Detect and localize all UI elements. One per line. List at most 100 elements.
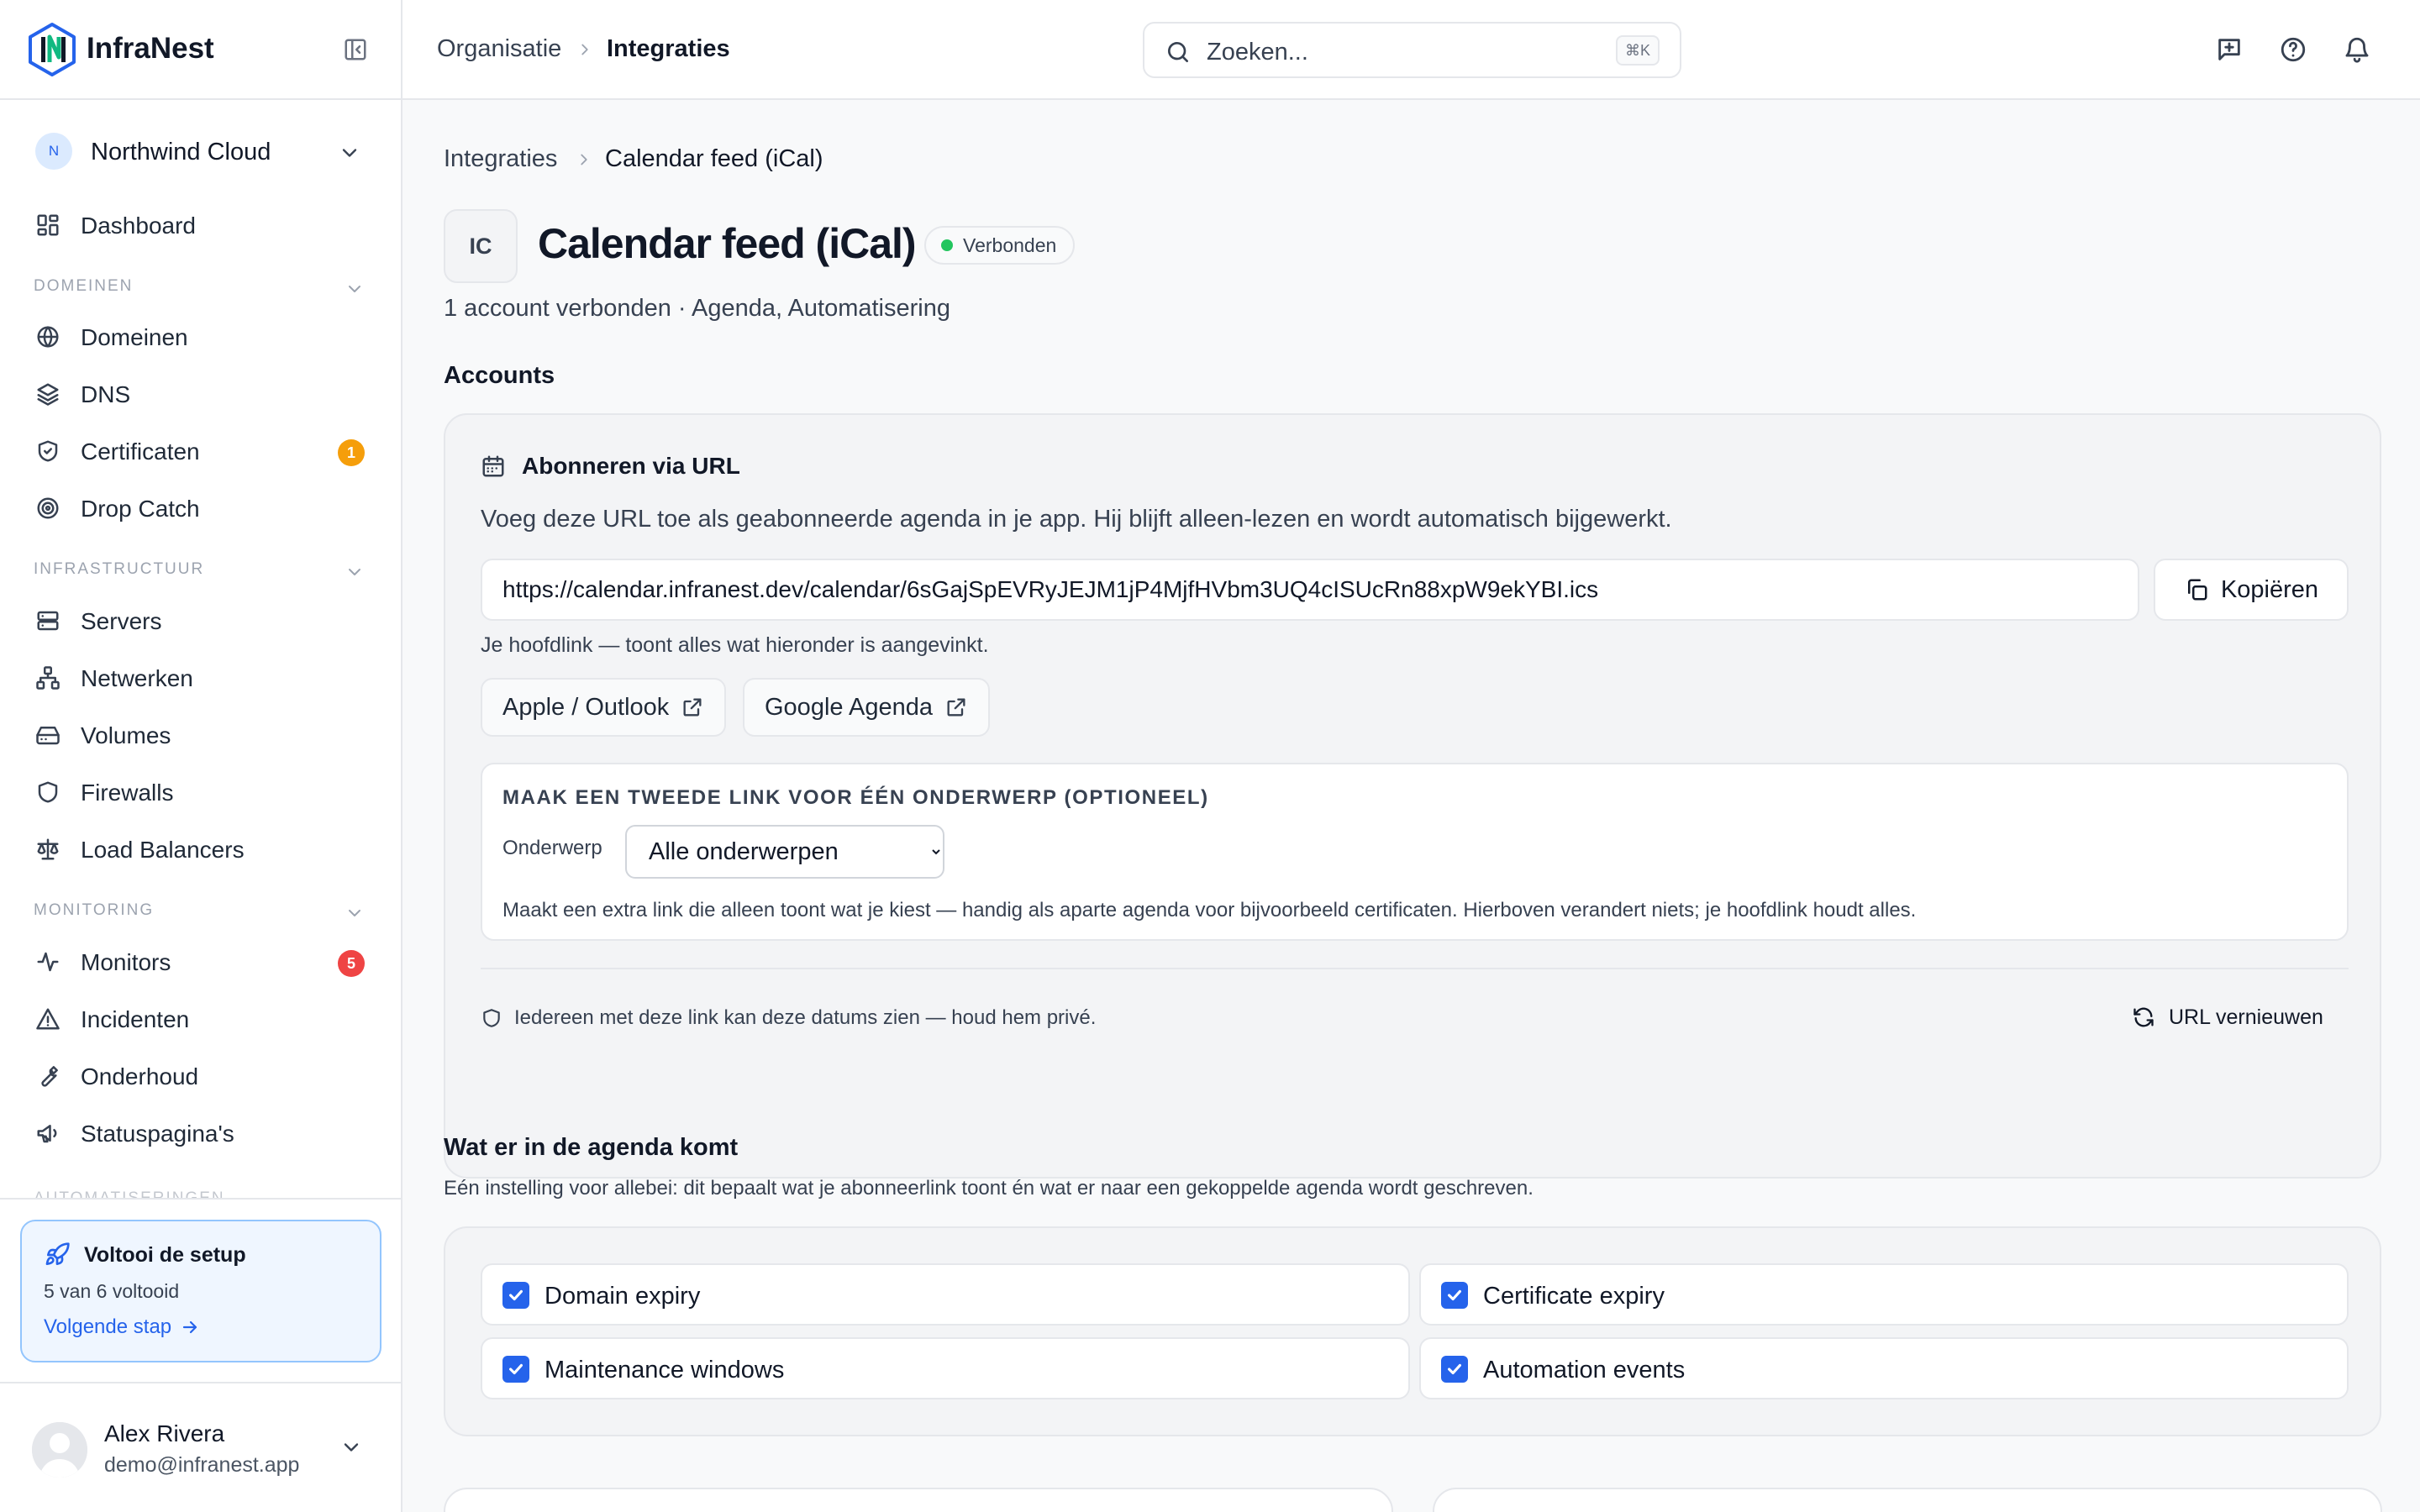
next-card-left (444, 1488, 1393, 1512)
setup-progress-card[interactable]: Voltooi de setup 5 van 6 voltooid Volgen… (20, 1220, 381, 1362)
chevron-down-icon (349, 910, 360, 916)
integration-icon: IC (444, 209, 518, 283)
help-icon[interactable] (2279, 35, 2307, 64)
second-link-heading: MAAK EEN TWEEDE LINK VOOR ÉÉN ONDERWERP … (502, 786, 1209, 809)
sidebar-item-label: Load Balancers (81, 837, 245, 863)
section-label: INFRASTRUCTUUR (34, 560, 205, 578)
sidebar-item-netwerken[interactable]: Netwerken (27, 654, 371, 701)
option-certificate-expiry[interactable]: Certificate expiry (1419, 1263, 2349, 1326)
section-domains[interactable]: DOMEINEN (34, 277, 370, 301)
sidebar-item-label: Volumes (81, 722, 171, 748)
subscription-url-field[interactable] (481, 559, 2139, 621)
user-name: Alex Rivera (104, 1420, 225, 1446)
chevron-down-icon (349, 569, 360, 575)
org-switcher[interactable]: N Northwind Cloud (27, 129, 371, 175)
chevron-down-icon (342, 149, 357, 157)
subscribe-description: Voeg deze URL toe als geabonneerde agend… (481, 506, 1672, 533)
option-label: Domain expiry (544, 1283, 701, 1310)
sidebar-item-statuspaginas[interactable]: Statuspagina's (27, 1110, 371, 1157)
breadcrumb-integraties-link[interactable]: Integraties (444, 145, 557, 173)
divider (481, 968, 2349, 969)
sidebar-item-firewalls[interactable]: Firewalls (27, 769, 371, 816)
shield-icon (38, 781, 58, 803)
sidebar-collapse-icon[interactable] (343, 37, 368, 62)
status-dot-icon (941, 239, 953, 251)
sidebar-item-label: Drop Catch (81, 496, 200, 522)
user-avatar-icon (32, 1422, 87, 1478)
setup-progress-text: 5 van 6 voltooid (44, 1280, 180, 1302)
search-input[interactable]: Zoeken... ⌘K (1143, 22, 1681, 78)
bell-icon[interactable] (2343, 35, 2371, 64)
external-link-icon (947, 698, 965, 717)
sidebar: InfraNest N Northwind Cloud Dashboard DO… (0, 0, 402, 1512)
sidebar-item-certificaten[interactable]: Certificaten 1 (27, 428, 371, 475)
sidebar-item-drop-catch[interactable]: Drop Catch (27, 485, 371, 532)
breadcrumb-organisatie[interactable]: Organisatie (437, 35, 561, 63)
checkbox-checked[interactable] (1441, 1356, 1468, 1383)
org-avatar: N (35, 133, 72, 170)
section-label: DOMEINEN (34, 277, 134, 295)
sidebar-item-volumes[interactable]: Volumes (27, 711, 371, 759)
copy-button[interactable]: Kopiëren (2154, 559, 2349, 621)
section-monitoring[interactable]: MONITORING (34, 901, 370, 925)
check-icon (1448, 1363, 1461, 1375)
shortcut-hint: ⌘K (1616, 35, 1660, 66)
globe-icon (37, 326, 59, 348)
hard-drive-icon (36, 727, 60, 745)
target-icon (37, 497, 59, 519)
sidebar-item-monitors[interactable]: Monitors 5 (27, 938, 371, 985)
renew-url-button[interactable]: URL vernieuwen (2132, 1003, 2323, 1032)
checkbox-checked[interactable] (1441, 1282, 1468, 1309)
user-email: demo@infranest.app (104, 1453, 300, 1477)
topic-select[interactable]: Alle onderwerpen (625, 825, 944, 879)
subscribe-card: Abonneren via URL Voeg deze URL toe als … (444, 413, 2381, 1179)
copy-label: Kopiëren (2220, 575, 2319, 603)
sidebar-item-dashboard[interactable]: Dashboard (27, 202, 371, 249)
subscribe-title: Abonneren via URL (522, 453, 740, 479)
section-infrastructuur[interactable]: INFRASTRUCTUUR (34, 560, 370, 584)
status-label: Verbonden (963, 234, 1057, 256)
sidebar-item-label: Incidenten (81, 1006, 190, 1032)
option-label: Automation events (1483, 1357, 1686, 1383)
feedback-icon[interactable] (2215, 35, 2244, 64)
apple-outlook-button[interactable]: Apple / Outlook (481, 678, 727, 737)
checkbox-checked[interactable] (502, 1282, 529, 1309)
network-icon (36, 666, 60, 690)
user-menu[interactable]: Alex Rivera demo@infranest.app (0, 1382, 402, 1512)
check-icon (1448, 1289, 1461, 1301)
sidebar-item-load-balancers[interactable]: Load Balancers (27, 826, 371, 873)
renew-url-label: URL vernieuwen (2169, 1005, 2323, 1029)
avatar (32, 1422, 87, 1478)
scale-icon (37, 838, 59, 860)
check-icon (509, 1363, 523, 1375)
wrench-icon (41, 1066, 58, 1087)
sidebar-item-domeinen[interactable]: Domeinen (27, 313, 371, 360)
chevron-down-icon (349, 286, 360, 292)
agenda-options-card: Domain expiry Certificate expiry Mainten… (444, 1226, 2381, 1436)
copy-icon (2187, 579, 2207, 601)
sidebar-item-label: Certificaten (81, 438, 200, 465)
option-domain-expiry[interactable]: Domain expiry (481, 1263, 1410, 1326)
external-link-icon (683, 698, 702, 717)
main-content: Integraties Calendar feed (iCal) IC Cale… (402, 100, 2420, 1512)
option-maintenance-windows[interactable]: Maintenance windows (481, 1337, 1410, 1399)
topic-label: Onderwerp (502, 837, 602, 859)
sidebar-item-label: Onderhoud (81, 1063, 199, 1089)
google-agenda-label: Google Agenda (765, 693, 933, 721)
checkbox-checked[interactable] (502, 1356, 529, 1383)
breadcrumb-integraties: Integraties (607, 35, 730, 62)
option-automation-events[interactable]: Automation events (1419, 1337, 2349, 1399)
accounts-heading: Accounts (444, 362, 555, 389)
main-link-hint: Je hoofdlink — toont alles wat hieronder… (481, 633, 989, 657)
option-label: Maintenance windows (544, 1357, 785, 1383)
sidebar-item-servers[interactable]: Servers (27, 597, 371, 644)
dashboard-icon (37, 214, 59, 236)
chevron-down-icon (344, 1443, 359, 1452)
google-agenda-button[interactable]: Google Agenda (743, 678, 990, 737)
sidebar-item-incidenten[interactable]: Incidenten (27, 995, 371, 1042)
sidebar-item-dns[interactable]: DNS (27, 370, 371, 417)
sidebar-item-onderhoud[interactable]: Onderhoud (27, 1053, 371, 1100)
activity-icon (37, 952, 59, 972)
apple-outlook-label: Apple / Outlook (502, 693, 670, 721)
next-step-link[interactable]: Volgende stap (44, 1315, 200, 1339)
